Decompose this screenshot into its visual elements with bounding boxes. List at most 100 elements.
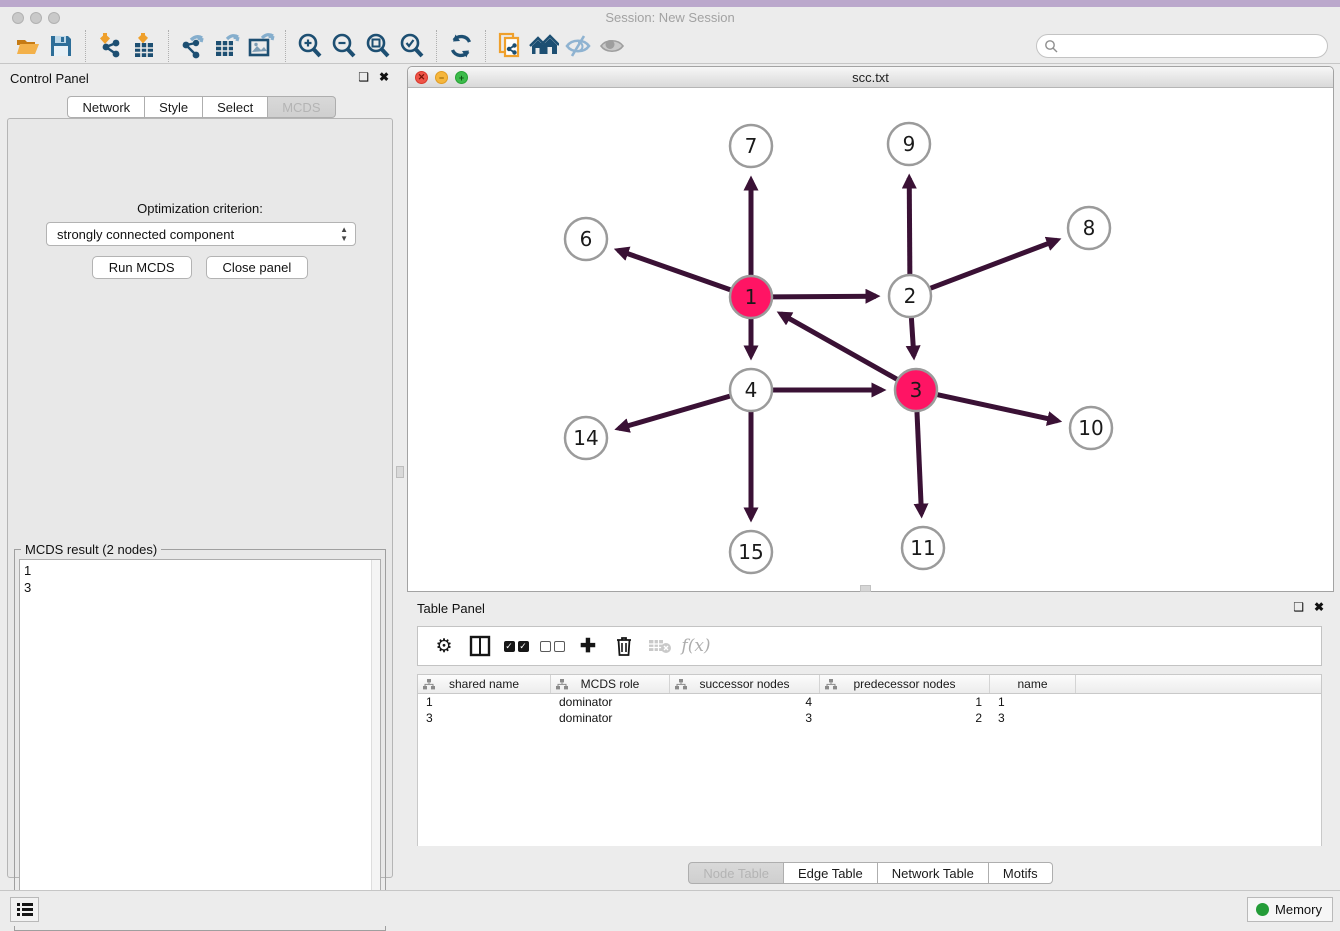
tab-node-table[interactable]: Node Table <box>688 862 784 884</box>
column-header-mcds-role[interactable]: MCDS role <box>551 675 670 693</box>
table-row[interactable]: 1 dominator 4 1 1 <box>418 694 1321 710</box>
graph-node-label: 3 <box>910 378 923 402</box>
hierarchy-icon <box>675 679 687 690</box>
zoom-out-icon[interactable] <box>327 31 361 61</box>
table-panel-title: Table Panel <box>417 601 485 616</box>
graph-edge[interactable] <box>619 396 730 428</box>
cell-name: 3 <box>990 710 1076 726</box>
result-line: 3 <box>24 579 376 596</box>
table-tabs: Node Table Edge Table Network Table Moti… <box>407 862 1334 884</box>
hsplit-handle[interactable] <box>860 585 871 592</box>
graph-edge[interactable] <box>931 240 1058 288</box>
close-table-panel-icon[interactable]: ✖ <box>1314 601 1324 613</box>
import-network-icon[interactable] <box>93 31 127 61</box>
task-history-button[interactable] <box>10 897 39 922</box>
save-session-icon[interactable] <box>44 31 78 61</box>
table-row[interactable]: 3 dominator 3 2 3 <box>418 710 1321 726</box>
network-window-titlebar[interactable]: ✕ − + scc.txt <box>408 67 1333 88</box>
hierarchy-icon <box>556 679 568 690</box>
refresh-view-icon[interactable] <box>444 31 478 61</box>
node-table: shared name MCDS role successor nodes pr… <box>417 674 1322 846</box>
column-header-predecessor-nodes[interactable]: predecessor nodes <box>820 675 990 693</box>
tab-network[interactable]: Network <box>67 96 145 118</box>
graph-edge[interactable] <box>937 395 1057 421</box>
cell-name: 1 <box>990 694 1076 710</box>
memory-label: Memory <box>1275 902 1322 917</box>
control-panel-tabs: Network Style Select MCDS <box>0 96 403 118</box>
delete-table-icon[interactable] <box>644 631 676 661</box>
zoom-in-icon[interactable] <box>293 31 327 61</box>
function-builder-icon[interactable]: f(x) <box>680 631 712 661</box>
search-input[interactable] <box>1036 34 1328 58</box>
control-panel-title: Control Panel <box>10 71 89 86</box>
network-graph[interactable]: 7968124314101511 <box>408 88 1333 591</box>
new-network-from-selection-icon[interactable] <box>493 31 527 61</box>
mcds-result-text[interactable]: 1 3 <box>19 559 381 926</box>
open-file-icon[interactable] <box>10 31 44 61</box>
cell-predecessor-nodes: 1 <box>820 694 990 710</box>
table-header: shared name MCDS role successor nodes pr… <box>418 675 1321 694</box>
result-scrollbar[interactable] <box>371 560 380 925</box>
graph-node-label: 10 <box>1078 416 1103 440</box>
hierarchy-icon <box>423 679 435 690</box>
tab-mcds[interactable]: MCDS <box>268 96 335 118</box>
panel-splitter-handle[interactable] <box>396 466 404 478</box>
run-mcds-button[interactable]: Run MCDS <box>92 256 192 279</box>
tab-network-table[interactable]: Network Table <box>878 862 989 884</box>
graph-edge[interactable] <box>911 318 913 356</box>
toolbar-separator <box>168 30 169 62</box>
hide-panels-icon[interactable] <box>561 31 595 61</box>
graph-edge[interactable] <box>781 314 897 380</box>
mcds-result-group: MCDS result (2 nodes) 1 3 <box>14 549 386 931</box>
memory-button[interactable]: Memory <box>1247 897 1333 922</box>
window-title: Session: New Session <box>0 10 1340 25</box>
search-field[interactable] <box>1036 34 1328 58</box>
zoom-fit-icon[interactable] <box>361 31 395 61</box>
close-panel-icon[interactable]: ✖ <box>379 71 389 83</box>
show-network-overview-icon[interactable] <box>527 31 561 61</box>
column-header-successor-nodes[interactable]: successor nodes <box>670 675 820 693</box>
graph-node-label: 2 <box>904 284 917 308</box>
add-column-icon[interactable]: ✚ <box>572 631 604 661</box>
zoom-selected-icon[interactable] <box>395 31 429 61</box>
graph-node-label: 1 <box>745 285 758 309</box>
graph-edge[interactable] <box>917 412 922 514</box>
graph-node-label: 7 <box>745 134 758 158</box>
birds-eye-view-icon[interactable] <box>595 31 629 61</box>
tab-edge-table[interactable]: Edge Table <box>784 862 878 884</box>
export-table-icon[interactable] <box>210 31 244 61</box>
float-table-panel-icon[interactable]: ❑ <box>1293 601 1304 613</box>
export-image-icon[interactable] <box>244 31 278 61</box>
settings-icon[interactable]: ⚙ <box>428 631 460 661</box>
export-network-icon[interactable] <box>176 31 210 61</box>
graph-node-label: 4 <box>745 378 758 402</box>
toolbar-separator <box>436 30 437 62</box>
toolbar-separator <box>285 30 286 62</box>
delete-columns-icon[interactable] <box>608 631 640 661</box>
graph-edge[interactable] <box>773 296 876 297</box>
result-line: 1 <box>24 562 376 579</box>
select-all-icon[interactable]: ✓✓ <box>500 631 532 661</box>
cell-predecessor-nodes: 2 <box>820 710 990 726</box>
optimization-criterion-select[interactable]: strongly connected component ▲▼ <box>46 222 356 246</box>
network-canvas[interactable]: 7968124314101511 <box>408 88 1333 591</box>
background-window-strip <box>0 0 1340 7</box>
column-header-name[interactable]: name <box>990 675 1076 693</box>
column-header-shared-name[interactable]: shared name <box>418 675 551 693</box>
tab-select[interactable]: Select <box>203 96 268 118</box>
table-toolbar: ⚙ ✓✓ ✚ f(x) <box>417 626 1322 666</box>
graph-node-label: 15 <box>738 540 763 564</box>
import-table-icon[interactable] <box>127 31 161 61</box>
tab-motifs[interactable]: Motifs <box>989 862 1053 884</box>
graph-edge[interactable] <box>618 250 730 289</box>
app-titlebar: Session: New Session <box>0 7 1340 28</box>
float-panel-icon[interactable]: ❑ <box>358 71 369 83</box>
tab-style[interactable]: Style <box>145 96 203 118</box>
graph-edge[interactable] <box>909 178 910 274</box>
chevron-up-down-icon: ▲▼ <box>340 225 348 243</box>
split-panel-icon[interactable] <box>464 631 496 661</box>
control-panel: Control Panel ❑ ✖ Network Style Select M… <box>0 64 403 886</box>
toolbar-separator <box>485 30 486 62</box>
close-panel-button[interactable]: Close panel <box>206 256 309 279</box>
deselect-all-icon[interactable] <box>536 631 568 661</box>
